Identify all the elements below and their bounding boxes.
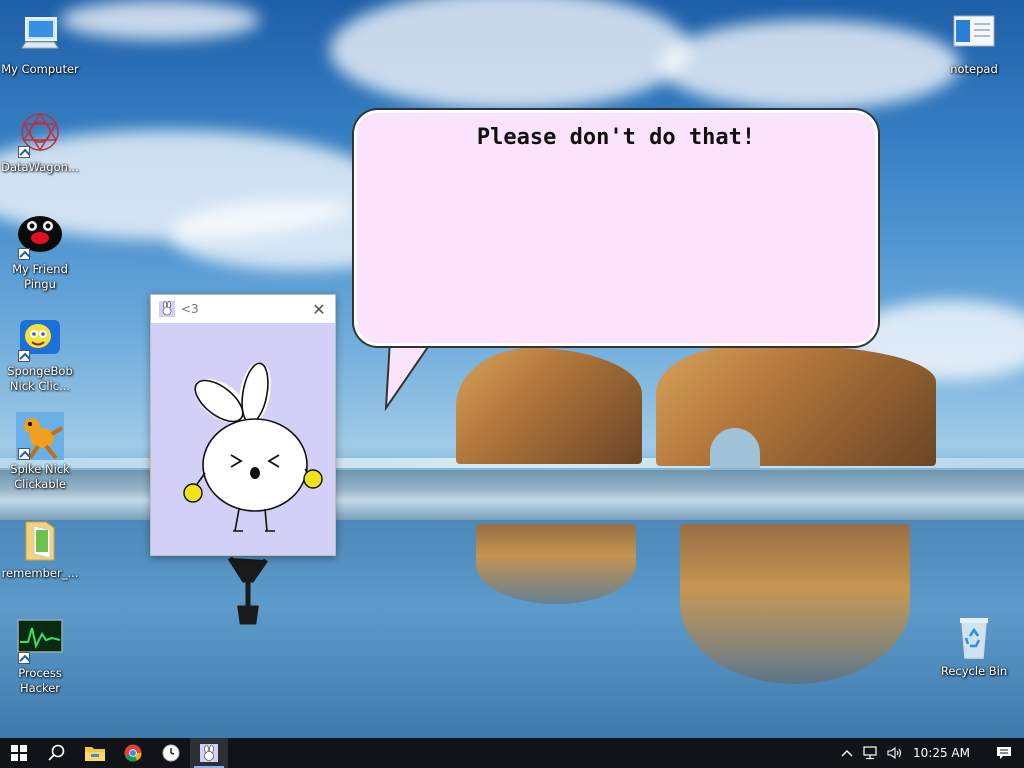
file-explorer-icon [85, 747, 105, 761]
volume-button[interactable] [883, 738, 907, 768]
chevron-up-icon [841, 750, 853, 757]
pet-window[interactable]: <3 ✕ [150, 294, 336, 556]
speaker-icon [887, 746, 902, 760]
shortcut-arrow-icon [18, 652, 30, 664]
search-button[interactable] [38, 738, 76, 768]
shortcut-arrow-icon [18, 146, 30, 158]
desktop-icon-label: DataWagon... [1, 160, 79, 174]
desktop-icon-datawagon[interactable]: DataWagon... [0, 110, 80, 175]
desktop-icon-label: My Computer [1, 62, 79, 76]
pet-window-title: <3 [181, 302, 199, 316]
desktop-icon-label: Spike Nick Clickable [10, 462, 70, 491]
system-tray: 10:25 AM [835, 738, 1024, 768]
start-button[interactable] [0, 738, 38, 768]
desktop-icon-my-friend-pingu[interactable]: My Friend Pingu [0, 212, 80, 292]
network-button[interactable] [859, 738, 883, 768]
desktop-icon-label: Recycle Bin [940, 664, 1008, 678]
folder-icon [16, 516, 64, 564]
process-hacker-icon [16, 616, 64, 664]
pet-window-titlebar[interactable]: <3 [151, 295, 335, 323]
pet-canvas[interactable] [151, 323, 335, 555]
penguin-icon [16, 212, 64, 260]
rock-reflection [476, 524, 636, 604]
taskbar-clock[interactable]: 10:25 AM [907, 746, 984, 760]
network-icon [863, 746, 877, 760]
computer-icon [16, 12, 64, 60]
shortcut-arrow-icon [18, 448, 30, 460]
shortcut-arrow-icon [18, 350, 30, 362]
cloud [330, 0, 690, 110]
desktop-icon-label: Process Hacker [18, 666, 62, 695]
desktop-icon-notepad[interactable]: notepad [934, 12, 1014, 77]
speech-bubble-tail [384, 340, 432, 412]
cloud [660, 20, 960, 110]
close-button[interactable]: ✕ [309, 299, 329, 319]
notepad-icon [950, 12, 998, 60]
speech-bubble: Please don't do that! [354, 110, 878, 346]
action-center-button[interactable] [984, 738, 1024, 768]
show-hidden-icons-button[interactable] [835, 738, 859, 768]
desktop-icon-process-hacker[interactable]: Process Hacker [0, 616, 80, 696]
person-reflection [227, 556, 269, 625]
desktop-icon-spongebob[interactable]: SpongeBob Nick Clic... [0, 314, 80, 394]
shortcut-arrow-icon [18, 248, 30, 260]
arch-reflection [680, 524, 910, 684]
clock-app-icon [162, 744, 180, 762]
desktop-icon-remember[interactable]: remember_... [0, 516, 80, 581]
cloud [60, 0, 260, 40]
close-icon: ✕ [312, 299, 326, 319]
file-explorer-button[interactable] [76, 738, 114, 768]
clock-app-button[interactable] [152, 738, 190, 768]
bunny-app-icon [159, 301, 175, 317]
desktop-icon-label: SpongeBob Nick Clic... [7, 364, 73, 393]
rock-formation [456, 348, 642, 464]
desktop-icon-label: notepad [950, 62, 998, 76]
desktop-icon-recycle-bin[interactable]: Recycle Bin [934, 614, 1014, 679]
chrome-button[interactable] [114, 738, 152, 768]
speech-bubble-text: Please don't do that! [476, 125, 756, 150]
desktop-icon-my-computer[interactable]: My Computer [0, 12, 80, 77]
desktop-icon-spike[interactable]: Spike Nick Clickable [0, 412, 80, 492]
notifications-icon [997, 747, 1011, 759]
datawagon-icon [16, 110, 64, 158]
chrome-icon [124, 744, 142, 762]
bunny-app-icon [200, 744, 218, 762]
bunny-app-button[interactable] [190, 738, 228, 768]
windows-start-icon [11, 745, 27, 761]
desktop-icon-label: remember_... [1, 566, 79, 580]
taskbar: 10:25 AM [0, 738, 1024, 768]
recycle-bin-icon [950, 614, 998, 662]
search-icon [48, 744, 65, 761]
bunny-character[interactable] [151, 323, 335, 555]
rock-arch [656, 346, 936, 466]
spongebob-icon [16, 314, 64, 362]
desktop-icon-label: My Friend Pingu [12, 262, 68, 291]
spike-icon [16, 412, 64, 460]
